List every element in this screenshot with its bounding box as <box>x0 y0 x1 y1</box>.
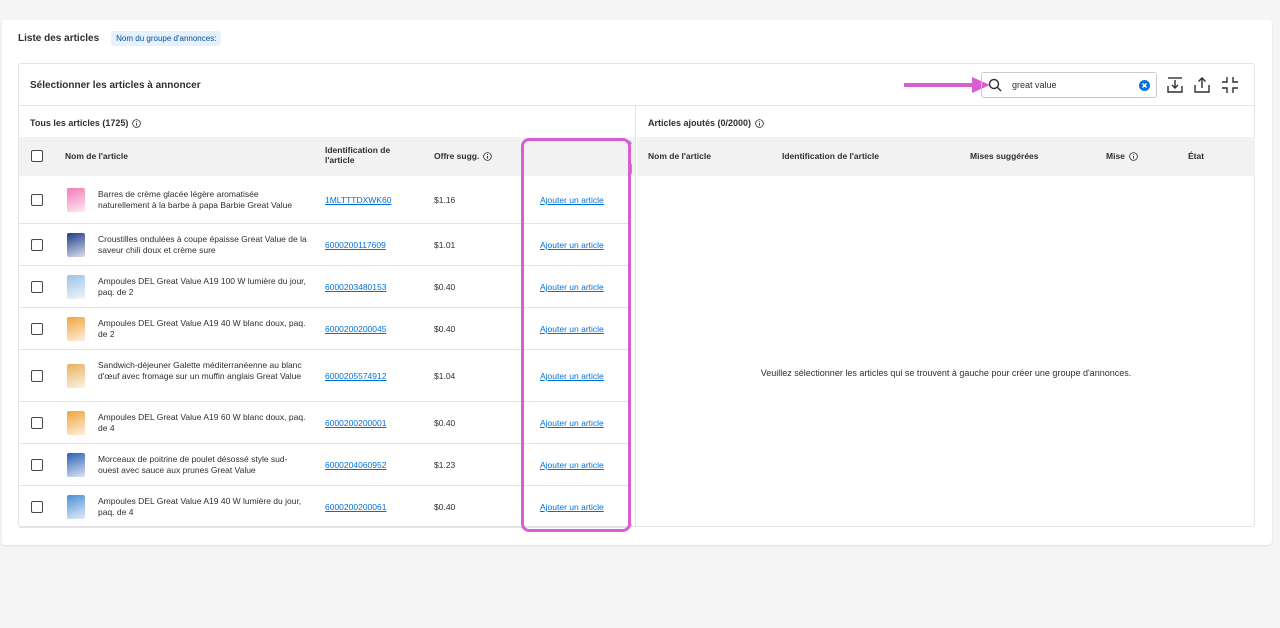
product-thumbnail <box>67 364 85 388</box>
suggested-offer: $1.23 <box>434 460 456 470</box>
item-id-link[interactable]: 6000203480153 <box>325 282 386 292</box>
add-item-link[interactable]: Ajouter un article <box>540 371 604 381</box>
collapse-icon[interactable] <box>1220 75 1240 95</box>
row-checkbox[interactable] <box>31 370 43 382</box>
item-name: Ampoules DEL Great Value A19 60 W blanc … <box>98 412 306 433</box>
column-bid-label: Mise <box>1106 151 1125 161</box>
item-name: Ampoules DEL Great Value A19 40 W lumièr… <box>98 496 302 517</box>
item-id-link[interactable]: 6000200200045 <box>325 324 386 334</box>
added-items-section: Articles ajoutés (0/2000) Nom de l'artic… <box>637 106 1255 527</box>
item-id-link[interactable]: 6000205574912 <box>325 371 386 381</box>
suggested-offer: $1.01 <box>434 240 456 250</box>
item-id-link[interactable]: 6000200117609 <box>325 240 386 250</box>
item-name: Ampoules DEL Great Value A19 40 W blanc … <box>98 318 306 339</box>
suggested-offer: $1.16 <box>434 195 456 205</box>
item-id-link[interactable]: 1MLTTTDXWK60 <box>325 195 391 205</box>
column-suggested-offer-label: Offre sugg. <box>434 151 480 161</box>
all-items-title: Tous les articles (1725) <box>30 118 142 128</box>
item-name: Croustilles ondulées à coupe épaisse Gre… <box>98 234 307 255</box>
column-item-name: Nom de l'article <box>65 151 128 161</box>
add-item-link[interactable]: Ajouter un article <box>540 195 604 205</box>
product-thumbnail <box>67 317 85 341</box>
suggested-offer: $0.40 <box>434 418 456 428</box>
suggested-offer: $0.40 <box>434 282 456 292</box>
table-row: Sandwich-déjeuner Galette méditerranéenn… <box>19 350 629 402</box>
table-row: Ampoules DEL Great Value A19 40 W blanc … <box>19 308 629 350</box>
all-items-section: Tous les articles (1725) Nom de l'articl… <box>19 106 636 528</box>
added-items-title-text: Articles ajoutés (0/2000) <box>648 118 752 128</box>
item-name: Ampoules DEL Great Value A19 100 W lumiè… <box>98 276 306 297</box>
item-id-link[interactable]: 6000200200001 <box>325 418 386 428</box>
item-name: Barres de crème glacée légère aromatisée… <box>98 189 293 210</box>
suggested-offer: $0.40 <box>434 502 456 512</box>
row-checkbox[interactable] <box>31 194 43 206</box>
column-suggested-offer: Offre sugg. <box>434 151 493 161</box>
column-added-item-name: Nom de l'article <box>648 151 711 161</box>
product-thumbnail <box>67 233 85 257</box>
table-row: Ampoules DEL Great Value A19 60 W blanc … <box>19 402 629 444</box>
row-checkbox[interactable] <box>31 323 43 335</box>
item-name: Morceaux de poitrine de poulet désossé s… <box>98 454 288 475</box>
product-thumbnail <box>67 275 85 299</box>
info-icon[interactable] <box>755 118 764 128</box>
add-item-link[interactable]: Ajouter un article <box>540 502 604 512</box>
upload-icon[interactable] <box>1192 75 1212 95</box>
column-status: État <box>1188 151 1205 161</box>
product-thumbnail <box>67 411 85 435</box>
row-checkbox[interactable] <box>31 281 43 293</box>
suggested-offer: $1.04 <box>434 371 456 381</box>
column-added-item-id: Identification de l'article <box>782 151 879 161</box>
empty-state-message: Veuillez sélectionner les articles qui s… <box>760 368 1132 378</box>
add-item-link[interactable]: Ajouter un article <box>540 240 604 250</box>
item-id-link[interactable]: 6000200200061 <box>325 502 386 512</box>
item-name: Sandwich-déjeuner Galette méditerranéenn… <box>98 359 302 381</box>
add-item-link[interactable]: Ajouter un article <box>540 324 604 334</box>
row-checkbox[interactable] <box>31 417 43 429</box>
search-input[interactable]: great value <box>1012 80 1139 90</box>
column-item-id-line2: l'article <box>325 155 355 165</box>
added-items-table-header: Nom de l'article Identification de l'art… <box>637 137 1255 176</box>
add-item-link[interactable]: Ajouter un article <box>540 282 604 292</box>
column-item-id-line1: Identification de <box>325 145 391 155</box>
table-scrollbar[interactable] <box>627 140 633 528</box>
table-row: Barres de crème glacée légère aromatisée… <box>19 176 629 224</box>
info-icon[interactable] <box>1129 151 1138 161</box>
ad-group-name-badge: Nom du groupe d'annonces: <box>111 31 222 46</box>
search-icon <box>988 78 1002 92</box>
table-row: Ampoules DEL Great Value A19 40 W lumièr… <box>19 486 629 528</box>
table-row: Morceaux de poitrine de poulet désossé s… <box>19 444 629 486</box>
product-thumbnail <box>67 495 85 519</box>
table-row: Ampoules DEL Great Value A19 100 W lumiè… <box>19 266 629 308</box>
added-items-title: Articles ajoutés (0/2000) <box>648 118 764 128</box>
item-id-link[interactable]: 6000204060952 <box>325 460 386 470</box>
info-icon[interactable] <box>132 118 142 128</box>
item-selection-panel: Sélectionner les articles à annoncer gre… <box>18 63 1255 528</box>
add-item-link[interactable]: Ajouter un article <box>540 460 604 470</box>
row-checkbox[interactable] <box>31 501 43 513</box>
row-checkbox[interactable] <box>31 459 43 471</box>
column-item-id: Identification de l'article <box>325 145 390 165</box>
list-header: Liste des articles Nom du groupe d'annon… <box>18 31 222 46</box>
info-icon[interactable] <box>483 151 493 161</box>
list-title: Liste des articles <box>18 33 100 44</box>
product-thumbnail <box>67 453 85 477</box>
search-box[interactable]: great value <box>981 72 1157 98</box>
column-suggested-bids: Mises suggérées <box>970 151 1039 161</box>
suggested-offer: $0.40 <box>434 324 456 334</box>
table-row: Croustilles ondulées à coupe épaisse Gre… <box>19 224 629 266</box>
all-items-table-header: Nom de l'article Identification de l'art… <box>19 137 635 176</box>
all-items-title-text: Tous les articles (1725) <box>30 118 129 128</box>
panel-header: Sélectionner les articles à annoncer gre… <box>19 64 1254 106</box>
download-icon[interactable] <box>1165 75 1185 95</box>
add-item-link[interactable]: Ajouter un article <box>540 418 604 428</box>
select-all-checkbox[interactable] <box>31 150 43 162</box>
column-bid: Mise <box>1106 151 1138 161</box>
row-checkbox[interactable] <box>31 239 43 251</box>
clear-search-icon[interactable] <box>1139 79 1150 91</box>
product-thumbnail <box>67 188 85 212</box>
panel-title: Sélectionner les articles à annoncer <box>30 80 201 91</box>
